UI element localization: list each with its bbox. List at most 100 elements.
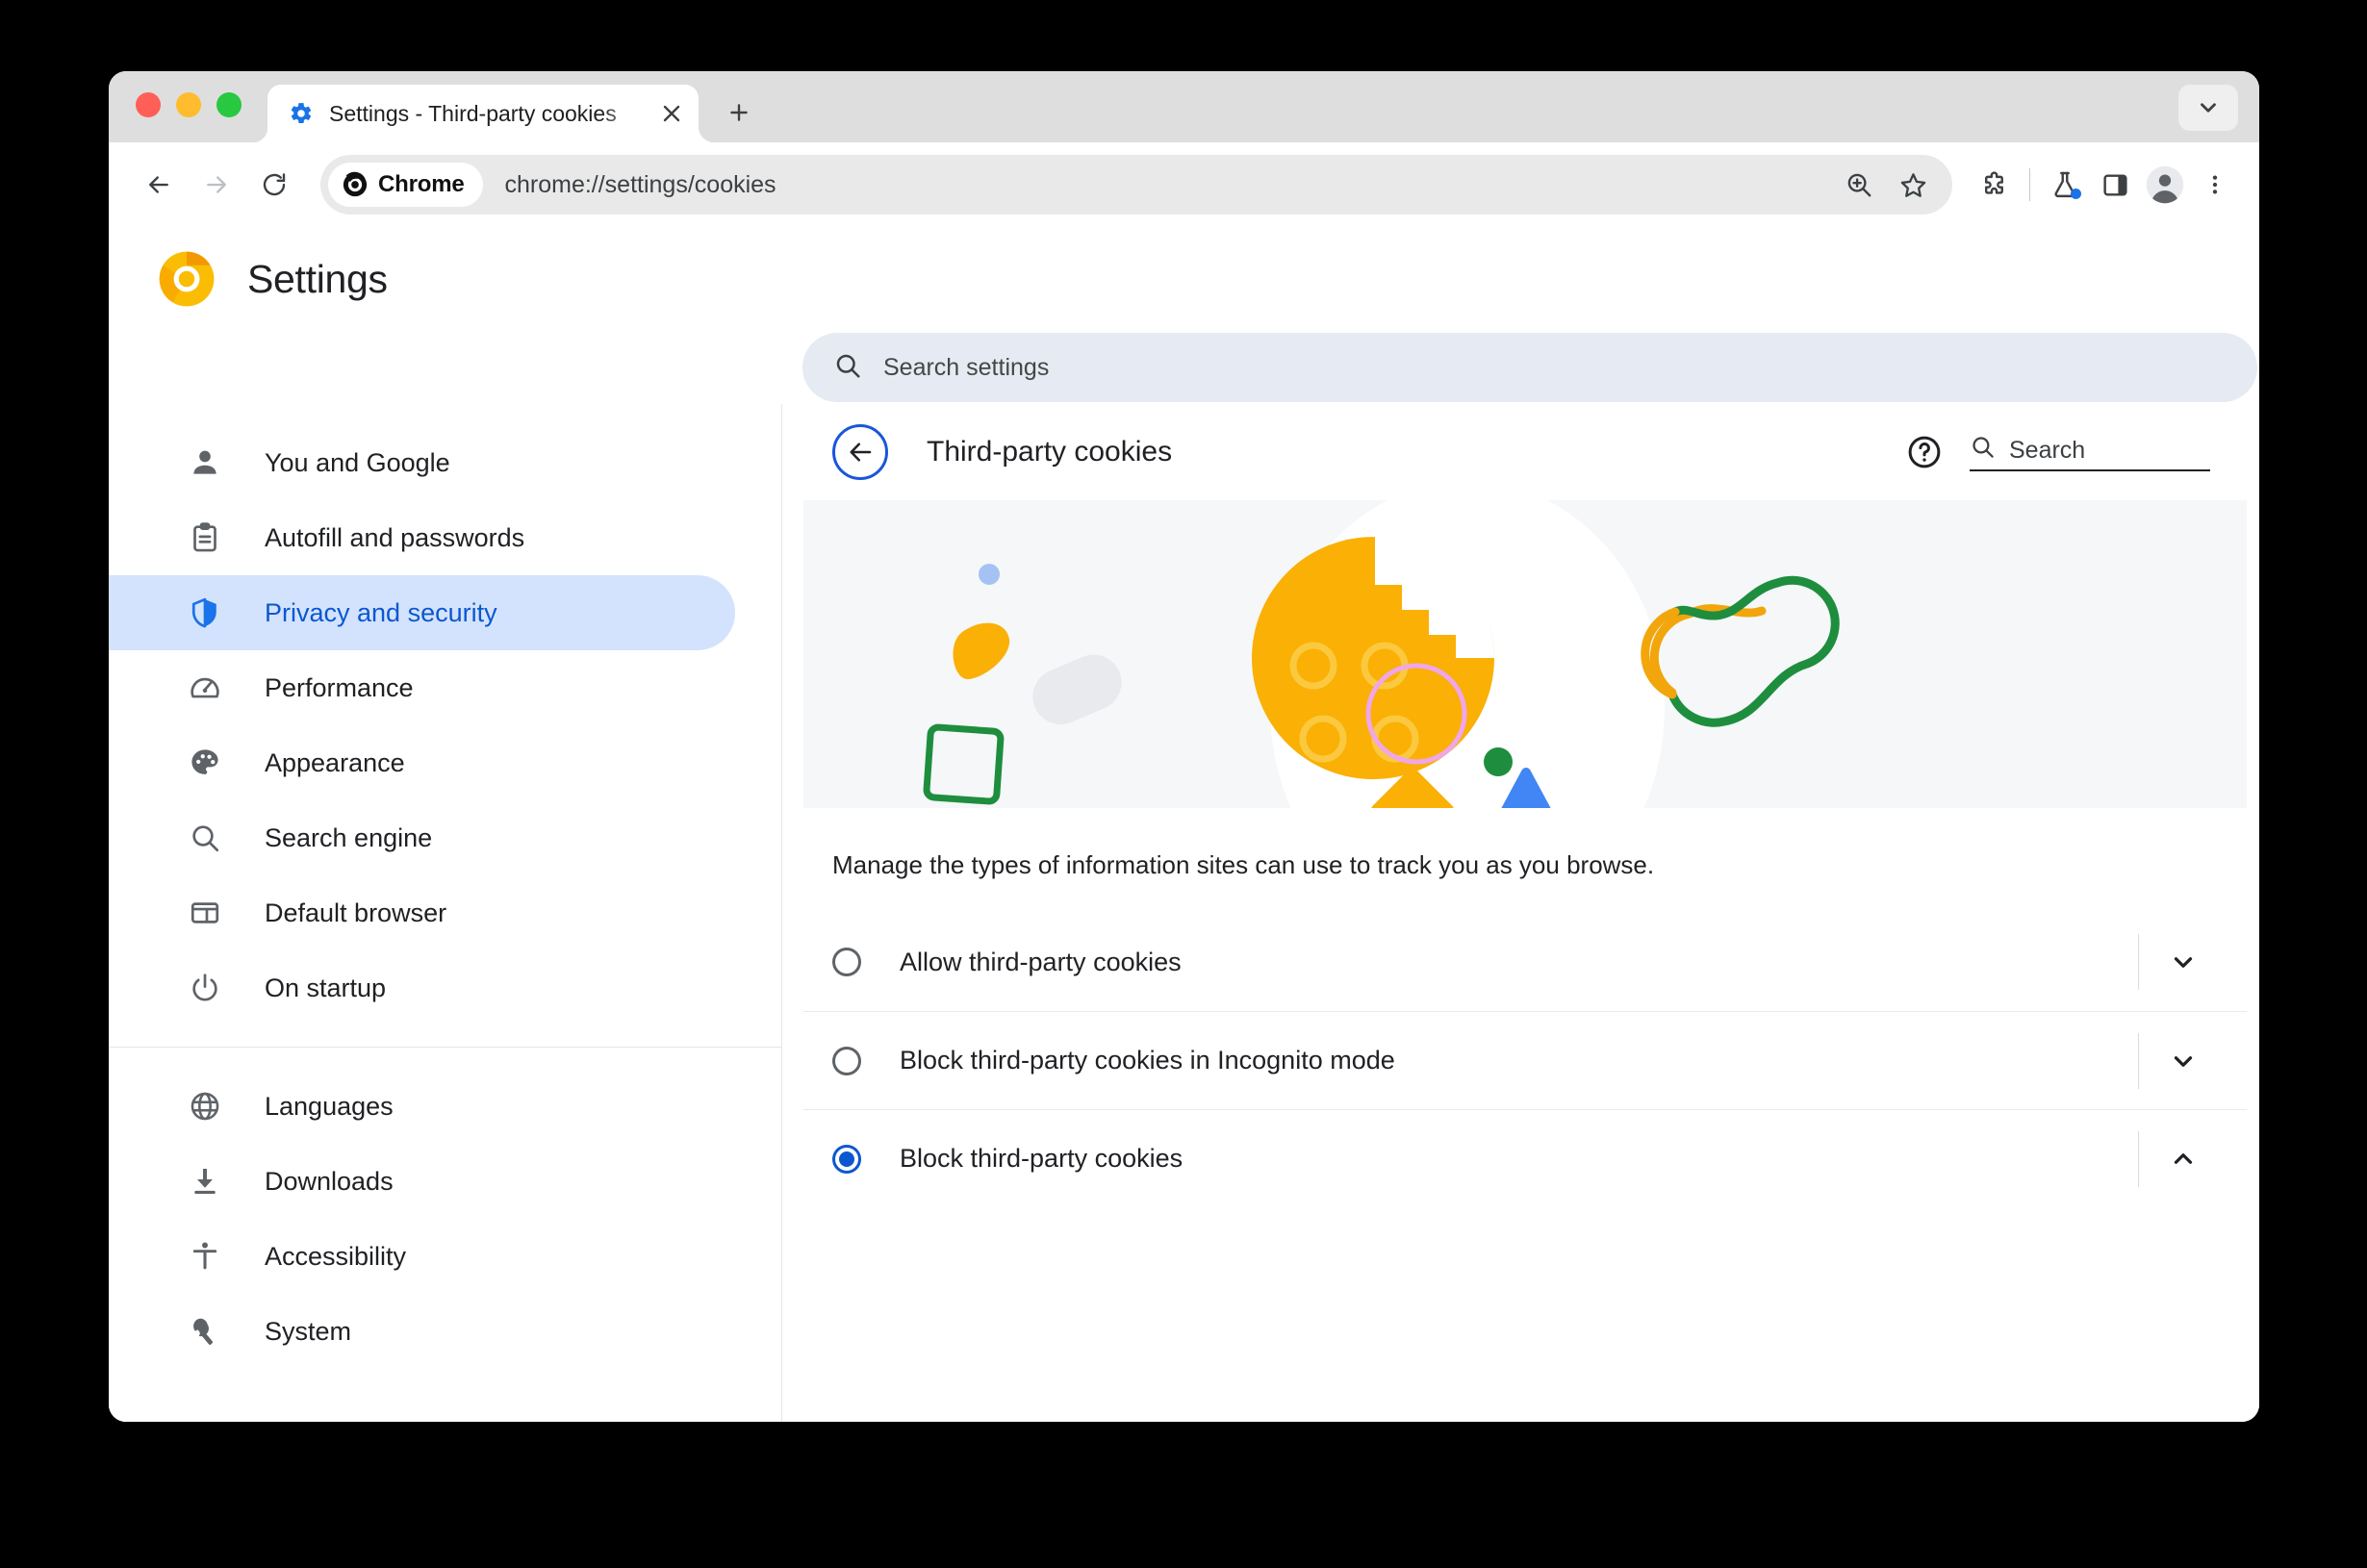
extensions-puzzle-icon[interactable] [1970, 160, 2020, 210]
sidebar-item-label: Downloads [265, 1166, 394, 1196]
option-right-actions [2138, 1110, 2227, 1207]
chrome-logo-icon [157, 249, 216, 309]
download-icon [186, 1162, 224, 1201]
star-icon[interactable] [1891, 163, 1935, 207]
speedometer-icon [186, 669, 224, 707]
subpage-back-button[interactable] [832, 424, 888, 480]
window-maximize-button[interactable] [216, 92, 242, 117]
option-right-actions [2138, 1012, 2227, 1109]
page-title: Settings [247, 256, 388, 301]
search-settings-input[interactable]: Search settings [802, 333, 2257, 402]
sidebar-item-you-and-google[interactable]: You and Google [109, 425, 735, 500]
new-tab-button[interactable] [718, 91, 760, 134]
sidebar-item-label: Autofill and passwords [265, 522, 525, 552]
chevron-up-icon[interactable] [2139, 1110, 2227, 1207]
radio-allow-third-party-cookies[interactable] [832, 948, 861, 976]
browser-tab-settings[interactable]: Settings - Third-party cookies [252, 85, 699, 142]
sidebar-item-default-browser[interactable]: Default browser [109, 875, 735, 950]
wrench-icon [186, 1312, 224, 1351]
back-button[interactable] [130, 156, 188, 214]
tab-strip: Settings - Third-party cookies [109, 71, 2259, 142]
magnifier-icon [186, 819, 224, 857]
browser-toolbar: Chrome chrome://settings/cookies [109, 142, 2259, 227]
sidebar-item-autofill-and-passwords[interactable]: Autofill and passwords [109, 500, 735, 575]
sidebar-item-downloads[interactable]: Downloads [109, 1144, 735, 1219]
settings-page: Settings Search settings You and Google … [109, 227, 2259, 1422]
window-minimize-button[interactable] [176, 92, 201, 117]
cookie-illustration [803, 500, 2247, 808]
shield-icon [186, 594, 224, 632]
sidebar-item-label: Performance [265, 672, 414, 702]
sidebar-item-system[interactable]: System [109, 1294, 735, 1369]
palette-icon [186, 744, 224, 782]
green-dot-shape [1484, 747, 1513, 776]
option-right-actions [2138, 913, 2227, 1011]
sidebar-item-label: You and Google [265, 447, 450, 477]
avatar-icon[interactable] [2140, 160, 2190, 210]
cookie-illustration-svg [803, 500, 2247, 808]
flask-notification-dot [2071, 189, 2081, 199]
option-block-third-party-cookies-incognito[interactable]: Block third-party cookies in Incognito m… [803, 1011, 2247, 1109]
settings-sidebar: You and Google Autofill and passwords Pr… [109, 404, 782, 1422]
sidebar-item-label: Languages [265, 1091, 394, 1121]
radio-block-third-party-cookies-incognito[interactable] [832, 1046, 861, 1075]
subpage-header-actions: Search [1904, 432, 2210, 472]
sidebar-item-privacy-and-security[interactable]: Privacy and security [109, 575, 735, 650]
globe-icon [186, 1087, 224, 1125]
three-dot-menu-icon[interactable] [2190, 160, 2240, 210]
subpage-search-placeholder: Search [2009, 436, 2086, 464]
sidebar-item-on-startup[interactable]: On startup [109, 950, 735, 1025]
search-settings-placeholder: Search settings [883, 353, 1050, 381]
sidebar-item-label: On startup [265, 973, 387, 1002]
forward-button[interactable] [188, 156, 245, 214]
option-allow-third-party-cookies[interactable]: Allow third-party cookies [803, 913, 2247, 1011]
help-circle-icon[interactable] [1904, 432, 1945, 472]
close-icon[interactable] [658, 100, 685, 127]
search-icon [1970, 434, 1996, 465]
subpage-header: Third-party cookies Search [803, 404, 2247, 500]
subpage-title: Third-party cookies [927, 436, 1173, 468]
address-bar-url: chrome://settings/cookies [504, 170, 776, 198]
address-bar[interactable]: Chrome chrome://settings/cookies [320, 155, 1952, 215]
option-block-third-party-cookies[interactable]: Block third-party cookies [803, 1109, 2247, 1207]
blue-dot-shape [979, 564, 1000, 585]
toolbar-divider [2029, 168, 2030, 201]
option-label: Allow third-party cookies [900, 947, 1182, 976]
gear-icon [289, 101, 314, 126]
flask-icon[interactable] [2040, 160, 2090, 210]
sidebar-item-languages[interactable]: Languages [109, 1069, 735, 1144]
chrome-origin-pill[interactable]: Chrome [328, 163, 484, 207]
browser-window-icon [186, 894, 224, 932]
browser-tab-title: Settings - Third-party cookies [329, 100, 617, 126]
option-label: Block third-party cookies [900, 1144, 1184, 1173]
cookie-options-list: Allow third-party cookies Block third-pa… [803, 913, 2247, 1207]
chevron-down-icon[interactable] [2139, 913, 2227, 1011]
sidebar-item-accessibility[interactable]: Accessibility [109, 1219, 735, 1294]
chevron-down-icon[interactable] [2139, 1012, 2227, 1109]
settings-header: Settings [109, 227, 2259, 331]
settings-content-pane: Third-party cookies Search Manage the ty… [782, 404, 2259, 1422]
clipboard-icon [186, 518, 224, 557]
window-close-button[interactable] [136, 92, 161, 117]
sidebar-item-appearance[interactable]: Appearance [109, 725, 735, 800]
cookie-shape [1252, 535, 1494, 780]
side-panel-icon[interactable] [2090, 160, 2140, 210]
sidebar-item-performance[interactable]: Performance [109, 650, 735, 725]
reload-button[interactable] [245, 156, 303, 214]
sidebar-item-label: Appearance [265, 747, 405, 777]
address-bar-actions [1837, 163, 1935, 207]
search-icon [833, 351, 862, 385]
radio-block-third-party-cookies[interactable] [832, 1144, 861, 1174]
description-text: Manage the types of information sites ca… [832, 850, 1655, 879]
sidebar-item-search-engine[interactable]: Search engine [109, 800, 735, 875]
accessibility-icon [186, 1237, 224, 1276]
zoom-in-icon[interactable] [1837, 163, 1881, 207]
chrome-pill-label: Chrome [378, 171, 465, 197]
person-icon [186, 443, 224, 482]
chrome-logo-icon [343, 171, 368, 197]
sidebar-item-label: System [265, 1316, 352, 1346]
window-traffic-lights [109, 92, 242, 142]
subpage-search-input[interactable]: Search [1970, 434, 2210, 471]
option-label: Block third-party cookies in Incognito m… [900, 1046, 1395, 1075]
tab-search-chevron-down-icon[interactable] [2178, 85, 2238, 131]
